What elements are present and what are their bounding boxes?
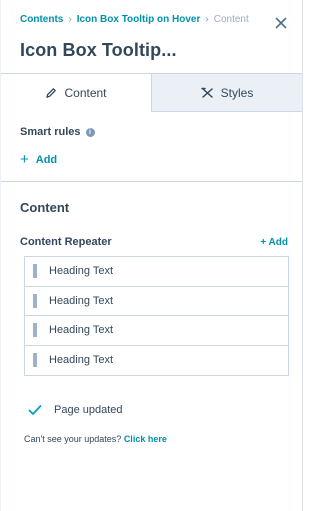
panel-header: Contents › Icon Box Tooltip on Hover › C… [1, 0, 302, 73]
add-repeater-item-button[interactable]: + Add [260, 237, 288, 248]
help-text-label: Can't see your updates? [24, 434, 122, 444]
add-smart-rule-label: Add [35, 153, 58, 166]
breadcrumb-contents[interactable]: Contents [20, 14, 63, 25]
tab-styles[interactable]: Styles [152, 73, 302, 111]
list-item-label: Heading Text [49, 294, 114, 307]
save-status: Page updated [28, 404, 123, 416]
smart-rules-section: Smart rules i + Add [20, 126, 283, 167]
breadcrumb-separator: › [68, 14, 72, 25]
breadcrumb-module[interactable]: Icon Box Tooltip on Hover [77, 14, 201, 25]
repeater-label: Content Repeater [20, 236, 112, 248]
help-text: Can't see your updates? Click here [24, 434, 167, 444]
drag-handle-icon[interactable] [33, 264, 37, 279]
repeater-list: Heading Text Heading Text Heading Text H… [24, 256, 289, 376]
close-icon [275, 17, 287, 29]
info-icon[interactable]: i [85, 127, 95, 137]
breadcrumb-current: Content [213, 14, 249, 25]
status-message: Page updated [54, 404, 123, 416]
tab-content[interactable]: Content [1, 73, 152, 112]
add-smart-rule-button[interactable]: + Add [20, 152, 283, 167]
breadcrumb: Contents › Icon Box Tooltip on Hover › C… [20, 14, 249, 25]
pencil-icon [45, 87, 57, 99]
list-item[interactable]: Heading Text [25, 346, 288, 376]
list-item-label: Heading Text [49, 324, 114, 337]
smart-rules-text: Smart rules [20, 126, 81, 138]
list-item[interactable]: Heading Text [25, 257, 288, 287]
click-here-link[interactable]: Click here [124, 434, 167, 444]
list-item[interactable]: Heading Text [25, 287, 288, 316]
styles-icon [200, 87, 214, 99]
sidebar-panel: Contents › Icon Box Tooltip on Hover › C… [0, 0, 303, 511]
breadcrumb-separator: › [205, 14, 209, 25]
repeater-header: Content Repeater + Add [20, 236, 288, 248]
section-divider [1, 181, 302, 182]
smart-rules-label: Smart rules i [20, 126, 283, 138]
content-section-title: Content [20, 200, 70, 215]
drag-handle-icon[interactable] [33, 353, 37, 368]
tab-content-label: Content [64, 86, 107, 100]
tab-bar: Content Styles [1, 73, 302, 112]
drag-handle-icon[interactable] [33, 293, 37, 308]
list-item[interactable]: Heading Text [25, 316, 288, 346]
plus-icon: + [20, 151, 29, 168]
list-item-label: Heading Text [49, 354, 114, 367]
tab-styles-label: Styles [220, 85, 254, 100]
close-button[interactable] [272, 14, 290, 32]
drag-handle-icon[interactable] [33, 323, 37, 338]
list-item-label: Heading Text [49, 265, 114, 278]
page-title: Icon Box Tooltip... [20, 40, 177, 60]
check-icon [28, 404, 42, 416]
